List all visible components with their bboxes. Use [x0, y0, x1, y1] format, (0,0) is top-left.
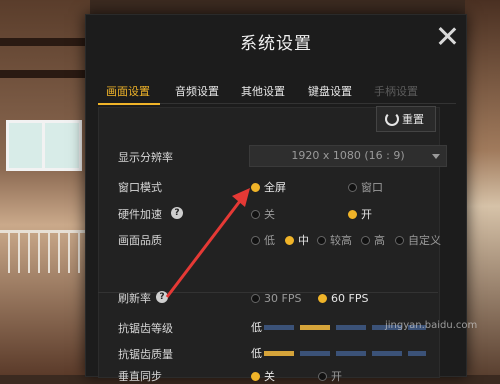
- tab-gamepad[interactable]: 手柄设置: [374, 83, 418, 99]
- settings-tabs: 画面设置 音频设置 其他设置 键盘设置 手柄设置: [98, 67, 456, 105]
- option-label: 60 FPS: [331, 292, 369, 305]
- background-beam: [0, 70, 90, 78]
- window-mode-windowed-radio[interactable]: 窗口: [348, 179, 383, 195]
- hw-accel-on-radio[interactable]: 开: [348, 206, 372, 222]
- quality-higher-radio[interactable]: 较高: [317, 232, 352, 248]
- slider-segment: [264, 325, 294, 330]
- radio-selected-icon: [348, 209, 357, 219]
- radio-selected-icon: [251, 182, 260, 192]
- vsync-on-radio[interactable]: 开: [318, 368, 342, 384]
- quality-medium-radio[interactable]: 中: [285, 232, 309, 248]
- aa-quality-min-label: 低: [251, 347, 262, 360]
- vsync-label: 垂直同步: [118, 370, 162, 383]
- slider-segment: [372, 351, 402, 356]
- resolution-label: 显示分辨率: [118, 151, 173, 164]
- quality-label: 画面品质: [118, 234, 162, 247]
- radio-selected-icon: [285, 235, 294, 245]
- vsync-off-radio[interactable]: 关: [251, 368, 275, 384]
- radio-icon: [348, 182, 357, 192]
- slider-segment: [300, 325, 330, 330]
- reset-button[interactable]: 重置: [376, 106, 436, 132]
- option-label: 关: [264, 370, 275, 383]
- option-label: 高: [374, 234, 385, 247]
- option-label: 开: [361, 208, 372, 221]
- background-wall-right: [465, 0, 500, 375]
- radio-icon: [317, 235, 326, 245]
- reset-label: 重置: [402, 113, 424, 126]
- slider-segment: [336, 325, 366, 330]
- refresh-rate-label: 刷新率: [118, 292, 151, 305]
- quality-custom-radio[interactable]: 自定义: [395, 232, 441, 248]
- tab-other[interactable]: 其他设置: [241, 83, 285, 99]
- slider-segment: [336, 351, 366, 356]
- help-icon[interactable]: ?: [156, 291, 168, 303]
- background-window: [6, 120, 82, 171]
- option-label: 较高: [330, 234, 352, 247]
- option-label: 低: [264, 234, 275, 247]
- tab-keyboard[interactable]: 键盘设置: [308, 83, 352, 99]
- slider-segment: [408, 351, 426, 356]
- refresh-30fps-radio[interactable]: 30 FPS: [251, 292, 301, 305]
- hw-accel-off-radio[interactable]: 关: [251, 206, 275, 222]
- aa-level-min-label: 低: [251, 321, 262, 334]
- option-label: 关: [264, 208, 275, 221]
- background-wall-left: [0, 0, 90, 375]
- hw-accel-label: 硬件加速: [118, 208, 162, 221]
- slider-segment: [264, 351, 294, 356]
- active-tab-underline: [98, 103, 160, 105]
- aa-level-label: 抗锯齿等级: [118, 322, 173, 335]
- radio-selected-icon: [251, 371, 260, 381]
- option-label: 30 FPS: [264, 292, 302, 305]
- watermark: jingyan.baidu.com: [385, 320, 478, 331]
- slider-segment: [300, 351, 330, 356]
- option-label: 全屏: [264, 181, 286, 194]
- window-mode-label: 窗口模式: [118, 181, 162, 194]
- background-beam: [0, 38, 90, 46]
- tab-display[interactable]: 画面设置: [106, 83, 150, 99]
- radio-icon: [251, 235, 260, 245]
- option-label: 中: [298, 234, 309, 247]
- quality-low-radio[interactable]: 低: [251, 232, 275, 248]
- resolution-value: 1920 x 1080 (16 : 9): [291, 149, 405, 162]
- close-icon[interactable]: [436, 25, 458, 47]
- radio-icon: [361, 235, 370, 245]
- aa-quality-slider[interactable]: [264, 351, 432, 357]
- resolution-select[interactable]: 1920 x 1080 (16 : 9): [249, 145, 447, 167]
- radio-icon: [251, 293, 260, 303]
- chevron-down-icon: [432, 154, 440, 159]
- option-label: 窗口: [361, 181, 383, 194]
- dialog-title: 系统设置: [240, 34, 312, 54]
- tab-audio[interactable]: 音频设置: [175, 83, 219, 99]
- help-icon[interactable]: ?: [171, 207, 183, 219]
- radio-selected-icon: [318, 293, 327, 303]
- refresh-60fps-radio[interactable]: 60 FPS: [318, 292, 368, 305]
- refresh-icon: [385, 112, 399, 126]
- radio-icon: [395, 235, 404, 245]
- radio-icon: [251, 209, 260, 219]
- option-label: 开: [331, 370, 342, 383]
- background-rail: [0, 230, 90, 273]
- option-label: 自定义: [408, 234, 441, 247]
- radio-icon: [318, 371, 327, 381]
- quality-high-radio[interactable]: 高: [361, 232, 385, 248]
- aa-quality-label: 抗锯齿质量: [118, 348, 173, 361]
- window-mode-fullscreen-radio[interactable]: 全屏: [251, 179, 286, 195]
